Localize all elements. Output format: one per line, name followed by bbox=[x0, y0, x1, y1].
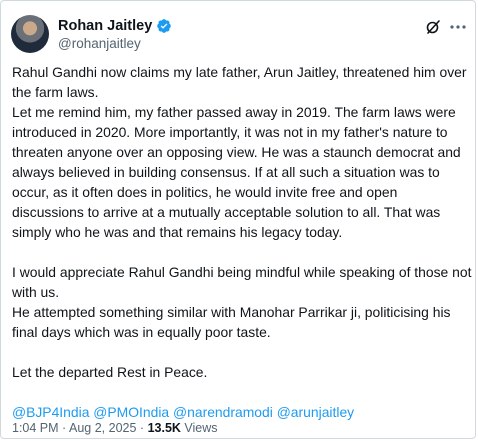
tweet-paragraph: Rahul Gandhi now claims my late father, … bbox=[12, 64, 471, 100]
more-options-icon[interactable] bbox=[449, 19, 467, 35]
views-label: Views bbox=[184, 421, 218, 435]
tweet-time[interactable]: 1:04 PM bbox=[12, 421, 59, 435]
tweet-date[interactable]: Aug 2, 2025 bbox=[69, 421, 136, 435]
verified-badge-icon bbox=[156, 18, 172, 34]
grok-icon[interactable] bbox=[425, 19, 441, 35]
tweet-paragraph: Let the departed Rest in Peace. bbox=[12, 364, 208, 380]
tweet-paragraph: I would appreciate Rahul Gandhi being mi… bbox=[12, 264, 476, 300]
tweet-meta: 1:04 PM · Aug 2, 2025 · 13.5K Views bbox=[12, 420, 218, 436]
tweet-card: Rohan Jaitley @rohanjaitley Rahul Gandhi… bbox=[0, 0, 476, 439]
mentions-line: @BJP4India @PMOIndia @narendramodi @arun… bbox=[12, 402, 472, 422]
views-count: 13.5K bbox=[147, 421, 181, 435]
tweet-paragraph: He attempted something similar with Mano… bbox=[12, 304, 455, 340]
author-display-name[interactable]: Rohan Jaitley bbox=[58, 17, 152, 35]
author-handle[interactable]: @rohanjaitley bbox=[58, 35, 172, 53]
mention-link-arunjaitley[interactable]: @arunjaitley bbox=[277, 404, 354, 420]
tweet-paragraph: Let me remind him, my father passed away… bbox=[12, 104, 465, 240]
author-name-row[interactable]: Rohan Jaitley bbox=[58, 17, 172, 35]
tweet-header: Rohan Jaitley @rohanjaitley bbox=[11, 15, 467, 55]
meta-separator: · bbox=[62, 421, 67, 435]
tweet-text: Rahul Gandhi now claims my late father, … bbox=[12, 62, 472, 422]
mention-link-bjp4india[interactable]: @BJP4India bbox=[12, 404, 89, 420]
meta-separator: · bbox=[139, 421, 145, 435]
author-block: Rohan Jaitley @rohanjaitley bbox=[58, 17, 172, 53]
avatar[interactable] bbox=[11, 15, 49, 53]
mention-link-narendramodi[interactable]: @narendramodi bbox=[173, 404, 273, 420]
mention-link-pmoindia[interactable]: @PMOIndia bbox=[93, 404, 169, 420]
